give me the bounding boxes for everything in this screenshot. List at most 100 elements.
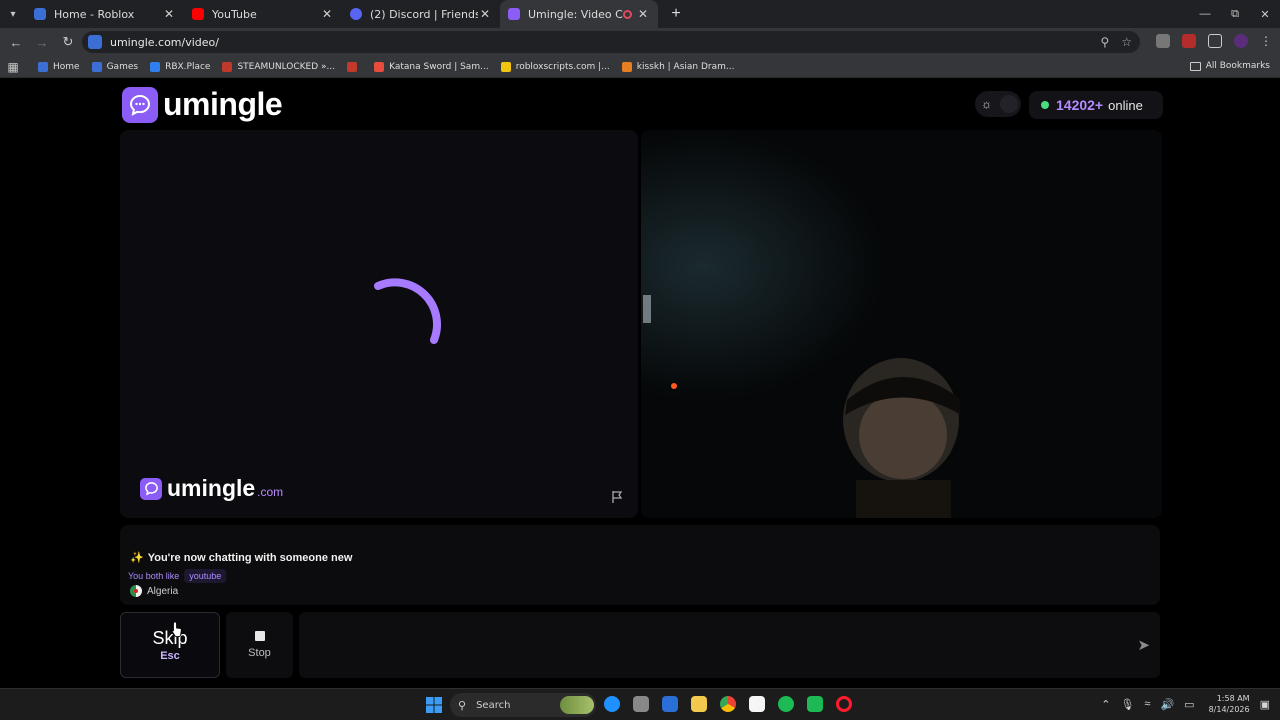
- country-name: Algeria: [147, 585, 179, 597]
- tab-search-button[interactable]: ▾: [0, 0, 26, 28]
- bookmark-unnamed[interactable]: [347, 61, 362, 72]
- microphone-icon[interactable]: 🎙: [1120, 698, 1134, 711]
- bookmark-katana[interactable]: Katana Sword | Sam...: [374, 61, 489, 72]
- loading-spinner-icon: [374, 278, 441, 344]
- bookmark-label: robloxscripts.com |...: [515, 61, 610, 72]
- bookmark-home[interactable]: Home: [38, 61, 80, 72]
- new-tab-button[interactable]: +: [664, 5, 688, 23]
- logo-text: umingle: [163, 86, 283, 122]
- bookmark-label: kisskh | Asian Dram...: [636, 61, 735, 72]
- close-window-icon[interactable]: ✕: [1250, 0, 1280, 28]
- bookmark-label: Katana Sword | Sam...: [389, 61, 489, 72]
- taskbar-apps: [604, 696, 852, 712]
- chrome-dev-icon[interactable]: [633, 696, 649, 712]
- send-icon[interactable]: ➤: [1137, 636, 1150, 654]
- site-info-icon[interactable]: [88, 35, 102, 49]
- clock-time: 1:58 AM: [1216, 694, 1250, 703]
- tray-overflow-icon[interactable]: ⌃: [1101, 698, 1110, 711]
- online-counter: 14202+ online: [1029, 91, 1163, 119]
- minimize-icon[interactable]: —: [1190, 0, 1220, 28]
- speaker-icon[interactable]: 🔊: [1160, 698, 1174, 711]
- bookmark-rbxplace[interactable]: RBX.Place: [150, 61, 210, 72]
- search-label: Search: [476, 699, 511, 711]
- kebab-menu-icon[interactable]: ⋮: [1260, 34, 1272, 48]
- skip-button[interactable]: Skip Esc: [120, 612, 220, 678]
- discord-favicon-icon: [350, 8, 362, 20]
- edge-icon[interactable]: [604, 696, 620, 712]
- extension-icon[interactable]: [1156, 34, 1170, 48]
- stop-button[interactable]: Stop: [226, 612, 293, 678]
- apps-grid-icon[interactable]: ▦: [0, 60, 26, 74]
- all-bookmarks-button[interactable]: All Bookmarks: [1189, 61, 1270, 71]
- taskbar-search[interactable]: ⚲ Search: [450, 693, 596, 717]
- mouse-pointer-icon: [171, 621, 182, 637]
- bookmark-label: Games: [106, 61, 139, 72]
- tab-roblox[interactable]: Home - Roblox ✕: [26, 0, 184, 28]
- red-pin-icon: [347, 61, 358, 72]
- bookmarks-bar: ▦ Home Games RBX.Place STEAMUNLOCKED »..…: [0, 56, 1280, 78]
- site-logo[interactable]: umingle: [122, 86, 283, 123]
- chat-bubble-logo-icon: [140, 477, 162, 500]
- toolbar: ← → ↻ umingle.com/video/ ⚲ ☆ ⋮: [0, 28, 1280, 56]
- bookmark-label: Home: [53, 61, 80, 72]
- notifications-icon[interactable]: ▣: [1260, 698, 1270, 711]
- extension-red-icon[interactable]: [1182, 34, 1196, 48]
- theme-toggle[interactable]: ☼: [975, 91, 1021, 117]
- store-icon[interactable]: [662, 696, 678, 712]
- address-bar[interactable]: umingle.com/video/ ⚲ ☆: [82, 31, 1140, 53]
- puzzle-icon[interactable]: [1208, 34, 1222, 48]
- online-status-dot: [1041, 101, 1049, 109]
- tab-close-icon[interactable]: ✕: [478, 7, 492, 21]
- bookmark-robloxscripts[interactable]: robloxscripts.com |...: [500, 61, 610, 72]
- online-label: online: [1108, 97, 1143, 113]
- roblox-favicon-icon: [34, 8, 46, 20]
- system-message-text: You're now chatting with someone new: [147, 552, 353, 564]
- opera-icon[interactable]: [836, 696, 852, 712]
- zoom-icon[interactable]: ⚲: [1100, 35, 1109, 49]
- rbxplace-icon: [150, 61, 161, 72]
- bookmark-kisskh[interactable]: kisskh | Asian Dram...: [621, 61, 735, 72]
- forward-button[interactable]: →: [30, 30, 54, 54]
- umingle-page: umingle ☼ 14202+ online umingle .com ✨ Y…: [0, 79, 1280, 687]
- url-text[interactable]: umingle.com/video/: [110, 36, 219, 49]
- system-message: ✨ You're now chatting with someone new: [130, 551, 352, 564]
- bookmark-star-icon[interactable]: ☆: [1121, 35, 1132, 49]
- bookmark-games[interactable]: Games: [91, 61, 139, 72]
- online-count: 14202+: [1056, 97, 1104, 113]
- back-button[interactable]: ←: [4, 30, 28, 54]
- report-flag-icon[interactable]: [610, 490, 624, 504]
- tab-strip: ▾ Home - Roblox ✕ YouTube ✕ (2) Discord …: [0, 0, 1280, 28]
- stranger-country: Algeria: [130, 585, 178, 597]
- discord-icon[interactable]: [807, 696, 823, 712]
- tab-discord[interactable]: (2) Discord | Friends ✕: [342, 0, 500, 28]
- kisskh-icon: [621, 61, 632, 72]
- battery-icon[interactable]: ▭: [1184, 698, 1194, 711]
- bookmark-steamunlocked[interactable]: STEAMUNLOCKED »...: [222, 61, 336, 72]
- roblox-icon: [91, 61, 102, 72]
- youtube-favicon-icon: [192, 8, 204, 20]
- steamunlocked-icon: [222, 61, 233, 72]
- tab-close-icon[interactable]: ✕: [162, 7, 176, 21]
- tab-umingle[interactable]: Umingle: Video Chat with S ✕: [500, 0, 658, 28]
- umingle-watermark: umingle .com: [140, 475, 283, 502]
- clock[interactable]: 1:58 AM 8/14/2026: [1209, 693, 1250, 715]
- notes-icon[interactable]: [749, 696, 765, 712]
- chat-bubble-logo-icon: [122, 86, 158, 123]
- chrome-icon[interactable]: [720, 696, 736, 712]
- explorer-icon[interactable]: [691, 696, 707, 712]
- message-input[interactable]: [309, 632, 1109, 656]
- tab-youtube[interactable]: YouTube ✕: [184, 0, 342, 28]
- reload-button[interactable]: ↻: [56, 30, 80, 54]
- profile-avatar[interactable]: [1234, 34, 1248, 48]
- algeria-flag-icon: [130, 585, 142, 597]
- tab-close-icon[interactable]: ✕: [636, 7, 650, 21]
- tab-close-icon[interactable]: ✕: [320, 7, 334, 21]
- spotify-icon[interactable]: [778, 696, 794, 712]
- windows-start-icon[interactable]: [426, 697, 442, 713]
- windows-taskbar: ⚲ Search ⌃ 🎙 ≈ 🔊 ▭ 1:58 AM 8/14/2026 ▣: [0, 688, 1280, 720]
- restore-icon[interactable]: ⧉: [1220, 0, 1250, 28]
- wifi-icon[interactable]: ≈: [1144, 698, 1150, 710]
- bookmark-label: STEAMUNLOCKED »...: [237, 61, 336, 72]
- sparkles-icon: ✨: [130, 552, 144, 564]
- recording-icon: [623, 9, 632, 19]
